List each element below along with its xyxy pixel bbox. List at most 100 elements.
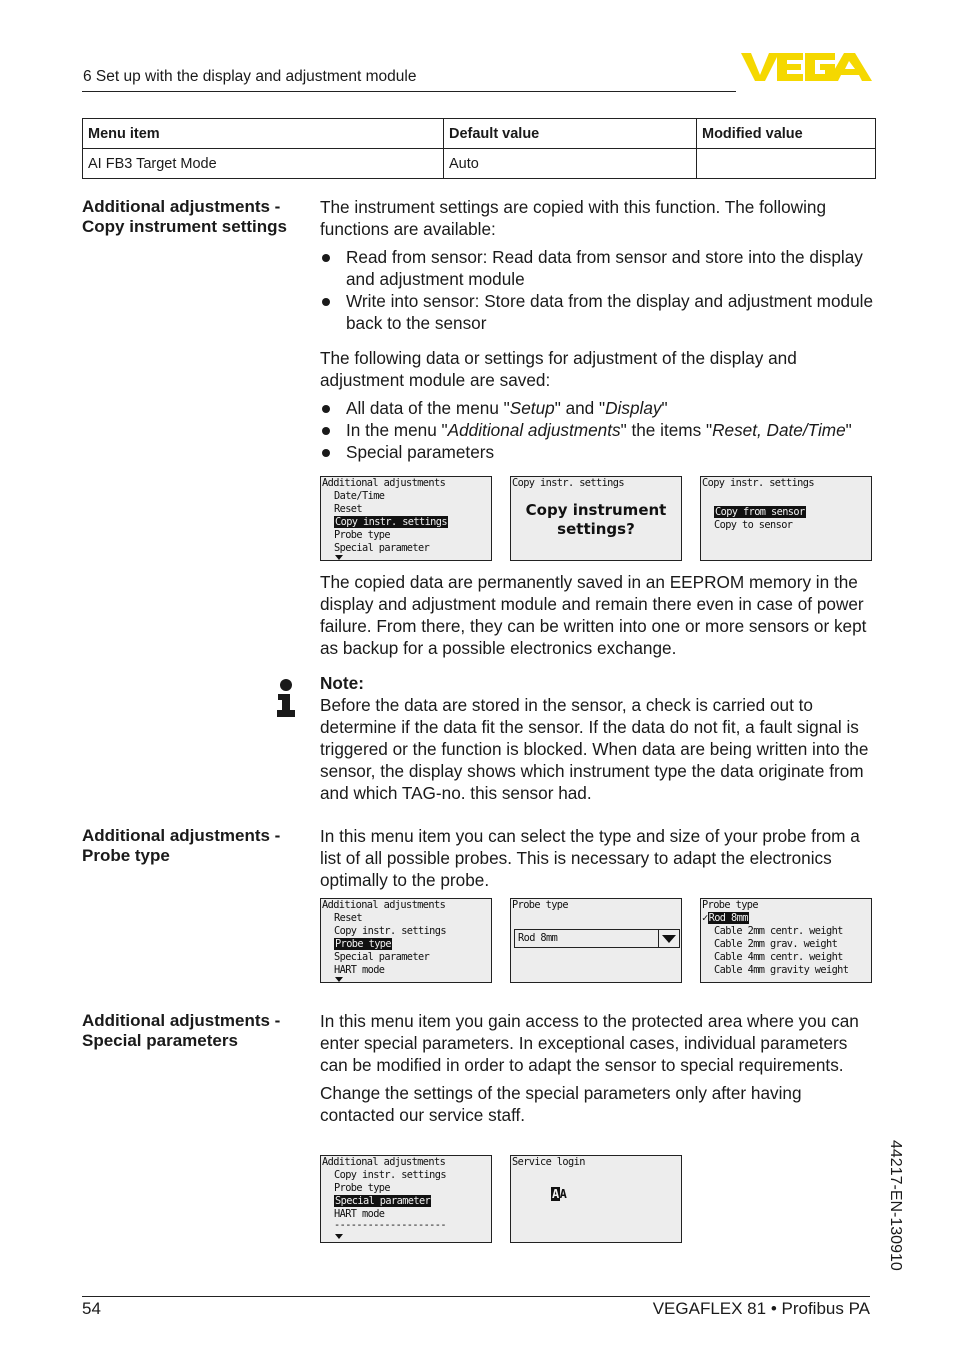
- login-input: AA: [551, 1187, 567, 1201]
- lcd-menu-item: Reset: [334, 912, 363, 924]
- heading-line: Additional adjustments -: [82, 826, 281, 845]
- note-block: Note: Before the data are stored in the …: [320, 672, 876, 804]
- saved-items-list: All data of the menu "Setup" and "Displa…: [320, 397, 876, 463]
- copy-settings-body: The instrument settings are copied with …: [320, 196, 876, 463]
- text-span: " the items ": [620, 420, 713, 440]
- document-code: 44217-EN-130910: [887, 1140, 904, 1271]
- footer-divider: [82, 1296, 870, 1297]
- lcd-screen-service-login: Service login AA: [510, 1155, 682, 1243]
- column-header-modified-value: Modified value: [696, 118, 876, 149]
- lcd-menu-item: Copy instr. settings: [334, 1169, 447, 1181]
- text-span: ": [661, 398, 668, 418]
- column-header-default-value: Default value: [443, 118, 697, 149]
- lcd-menu-item-selected: Probe type: [334, 938, 392, 951]
- lcd-option: Cable 4mm centr. weight: [714, 951, 843, 963]
- lcd-question-line: Copy instrument: [525, 501, 667, 519]
- selected-label: Rod 8mm: [707, 912, 749, 924]
- input-char: A: [559, 1187, 567, 1201]
- heading-line: Probe type: [82, 845, 170, 865]
- lcd-screen-probe-type-list: Probe type ✓Rod 8mm Cable 2mm centr. wei…: [700, 898, 872, 983]
- lcd-question-line: settings?: [557, 520, 635, 538]
- lcd-separator: --------------------: [334, 1219, 447, 1231]
- lcd-title: Additional adjustments: [322, 1156, 446, 1168]
- menu-name-additional: Additional adjustments: [447, 420, 621, 440]
- cell-menu-item: AI FB3 Target Mode: [82, 148, 444, 179]
- lcd-menu-item: Special parameter: [334, 951, 430, 963]
- combobox-value: Rod 8mm: [518, 932, 558, 944]
- lcd-menu-item: HART mode: [334, 964, 385, 976]
- lcd-title: Copy instr. settings: [512, 477, 625, 489]
- settings-table: Menu item Default value Modified value A…: [82, 118, 876, 179]
- lcd-option-selected: ✓Rod 8mm: [702, 912, 749, 925]
- selected-label: Copy instr. settings: [334, 516, 448, 528]
- table-row: AI FB3 Target Mode Auto: [82, 148, 876, 179]
- probe-type-combobox: Rod 8mm: [514, 929, 680, 948]
- menu-items-reset-date: Reset, Date/Time: [712, 420, 846, 440]
- cell-default-value: Auto: [443, 148, 697, 179]
- heading-line: Additional adjustments -: [82, 1011, 281, 1030]
- logo-letter-e: [777, 53, 803, 81]
- lcd-screen-copy-confirm: Copy instr. settings Copy instrument set…: [510, 476, 682, 561]
- lcd-screen-copy-options: Copy instr. settings Copy from sensor Co…: [700, 476, 872, 561]
- lcd-screen-additional-adjustments: Additional adjustments Reset Copy instr.…: [320, 898, 492, 983]
- special-parameters-heading: Additional adjustments - Special paramet…: [82, 1011, 312, 1050]
- lcd-title: Copy instr. settings: [702, 477, 815, 489]
- eeprom-text: The copied data are permanently saved in…: [320, 572, 867, 658]
- vega-logo: [741, 53, 872, 81]
- list-item: In the menu "Additional adjustments" the…: [320, 419, 876, 441]
- copy-functions-list: Read from sensor: Read data from sensor …: [320, 246, 876, 334]
- copy-settings-heading: Additional adjustments - Copy instrument…: [82, 197, 312, 236]
- cell-modified-value: [696, 148, 876, 179]
- special-text-2: Change the settings of the special param…: [320, 1083, 802, 1125]
- selected-label: Copy from sensor: [714, 506, 806, 518]
- text-span: ": [845, 420, 852, 440]
- lcd-title: Additional adjustments: [322, 477, 446, 489]
- saved-intro-text: The following data or settings for adjus…: [320, 348, 797, 390]
- special-text-1: In this menu item you gain access to the…: [320, 1011, 859, 1075]
- list-item: Write into sensor: Store data from the d…: [320, 290, 876, 334]
- selected-label: Probe type: [334, 938, 392, 950]
- lcd-option: Cable 4mm gravity weight: [714, 964, 849, 976]
- text-span: In the menu ": [346, 420, 448, 440]
- scroll-down-arrow-icon: [335, 1234, 343, 1239]
- menu-name-setup: Setup: [509, 398, 555, 418]
- dropdown-arrow-icon: [658, 930, 679, 947]
- lcd-menu-item: Special parameter: [334, 542, 430, 554]
- list-item: Special parameters: [320, 441, 876, 463]
- column-header-menu-item: Menu item: [82, 118, 444, 149]
- lcd-menu-item: Copy instr. settings: [334, 925, 447, 937]
- logo-letter-v: [741, 53, 779, 81]
- lcd-screen-additional-adjustments: Additional adjustments Copy instr. setti…: [320, 1155, 492, 1243]
- scroll-down-arrow-icon: [335, 555, 343, 560]
- special-parameters-body: In this menu item you gain access to the…: [320, 1010, 876, 1126]
- checkmark-icon: ✓: [702, 912, 708, 924]
- lcd-option: Cable 2mm grav. weight: [714, 938, 838, 950]
- lcd-title: Probe type: [702, 899, 759, 911]
- lcd-menu-item: Reset: [334, 503, 363, 515]
- lcd-screen-probe-type-select: Probe type Rod 8mm: [510, 898, 682, 983]
- lcd-option-selected: Copy from sensor: [714, 506, 806, 519]
- lcd-title: Additional adjustments: [322, 899, 446, 911]
- list-item: All data of the menu "Setup" and "Displa…: [320, 397, 876, 419]
- lcd-option: Cable 2mm centr. weight: [714, 925, 843, 937]
- header-divider: [82, 91, 736, 92]
- probe-type-text: In this menu item you can select the typ…: [320, 826, 860, 890]
- lcd-option: Copy to sensor: [714, 519, 793, 531]
- lcd-menu-item-selected: Copy instr. settings: [334, 516, 448, 529]
- info-note-icon: [277, 679, 295, 717]
- note-text: Before the data are stored in the sensor…: [320, 695, 869, 803]
- note-label: Note:: [320, 673, 364, 693]
- product-name: VEGAFLEX 81 • Profibus PA: [652, 1299, 870, 1318]
- probe-type-heading: Additional adjustments - Probe type: [82, 826, 312, 865]
- lcd-menu-item: Date/Time: [334, 490, 385, 502]
- lcd-menu-item: Probe type: [334, 529, 391, 541]
- text-span: All data of the menu ": [346, 398, 510, 418]
- lcd-menu-item-selected: Special parameter: [334, 1195, 432, 1208]
- page-number: 54: [82, 1299, 101, 1318]
- copy-intro-text: The instrument settings are copied with …: [320, 197, 827, 239]
- heading-line: Special parameters: [82, 1030, 238, 1050]
- table-header-row: Menu item Default value Modified value: [82, 118, 876, 149]
- text-span: " and ": [554, 398, 606, 418]
- lcd-title: Probe type: [512, 899, 569, 911]
- heading-line: Copy instrument settings: [82, 216, 287, 236]
